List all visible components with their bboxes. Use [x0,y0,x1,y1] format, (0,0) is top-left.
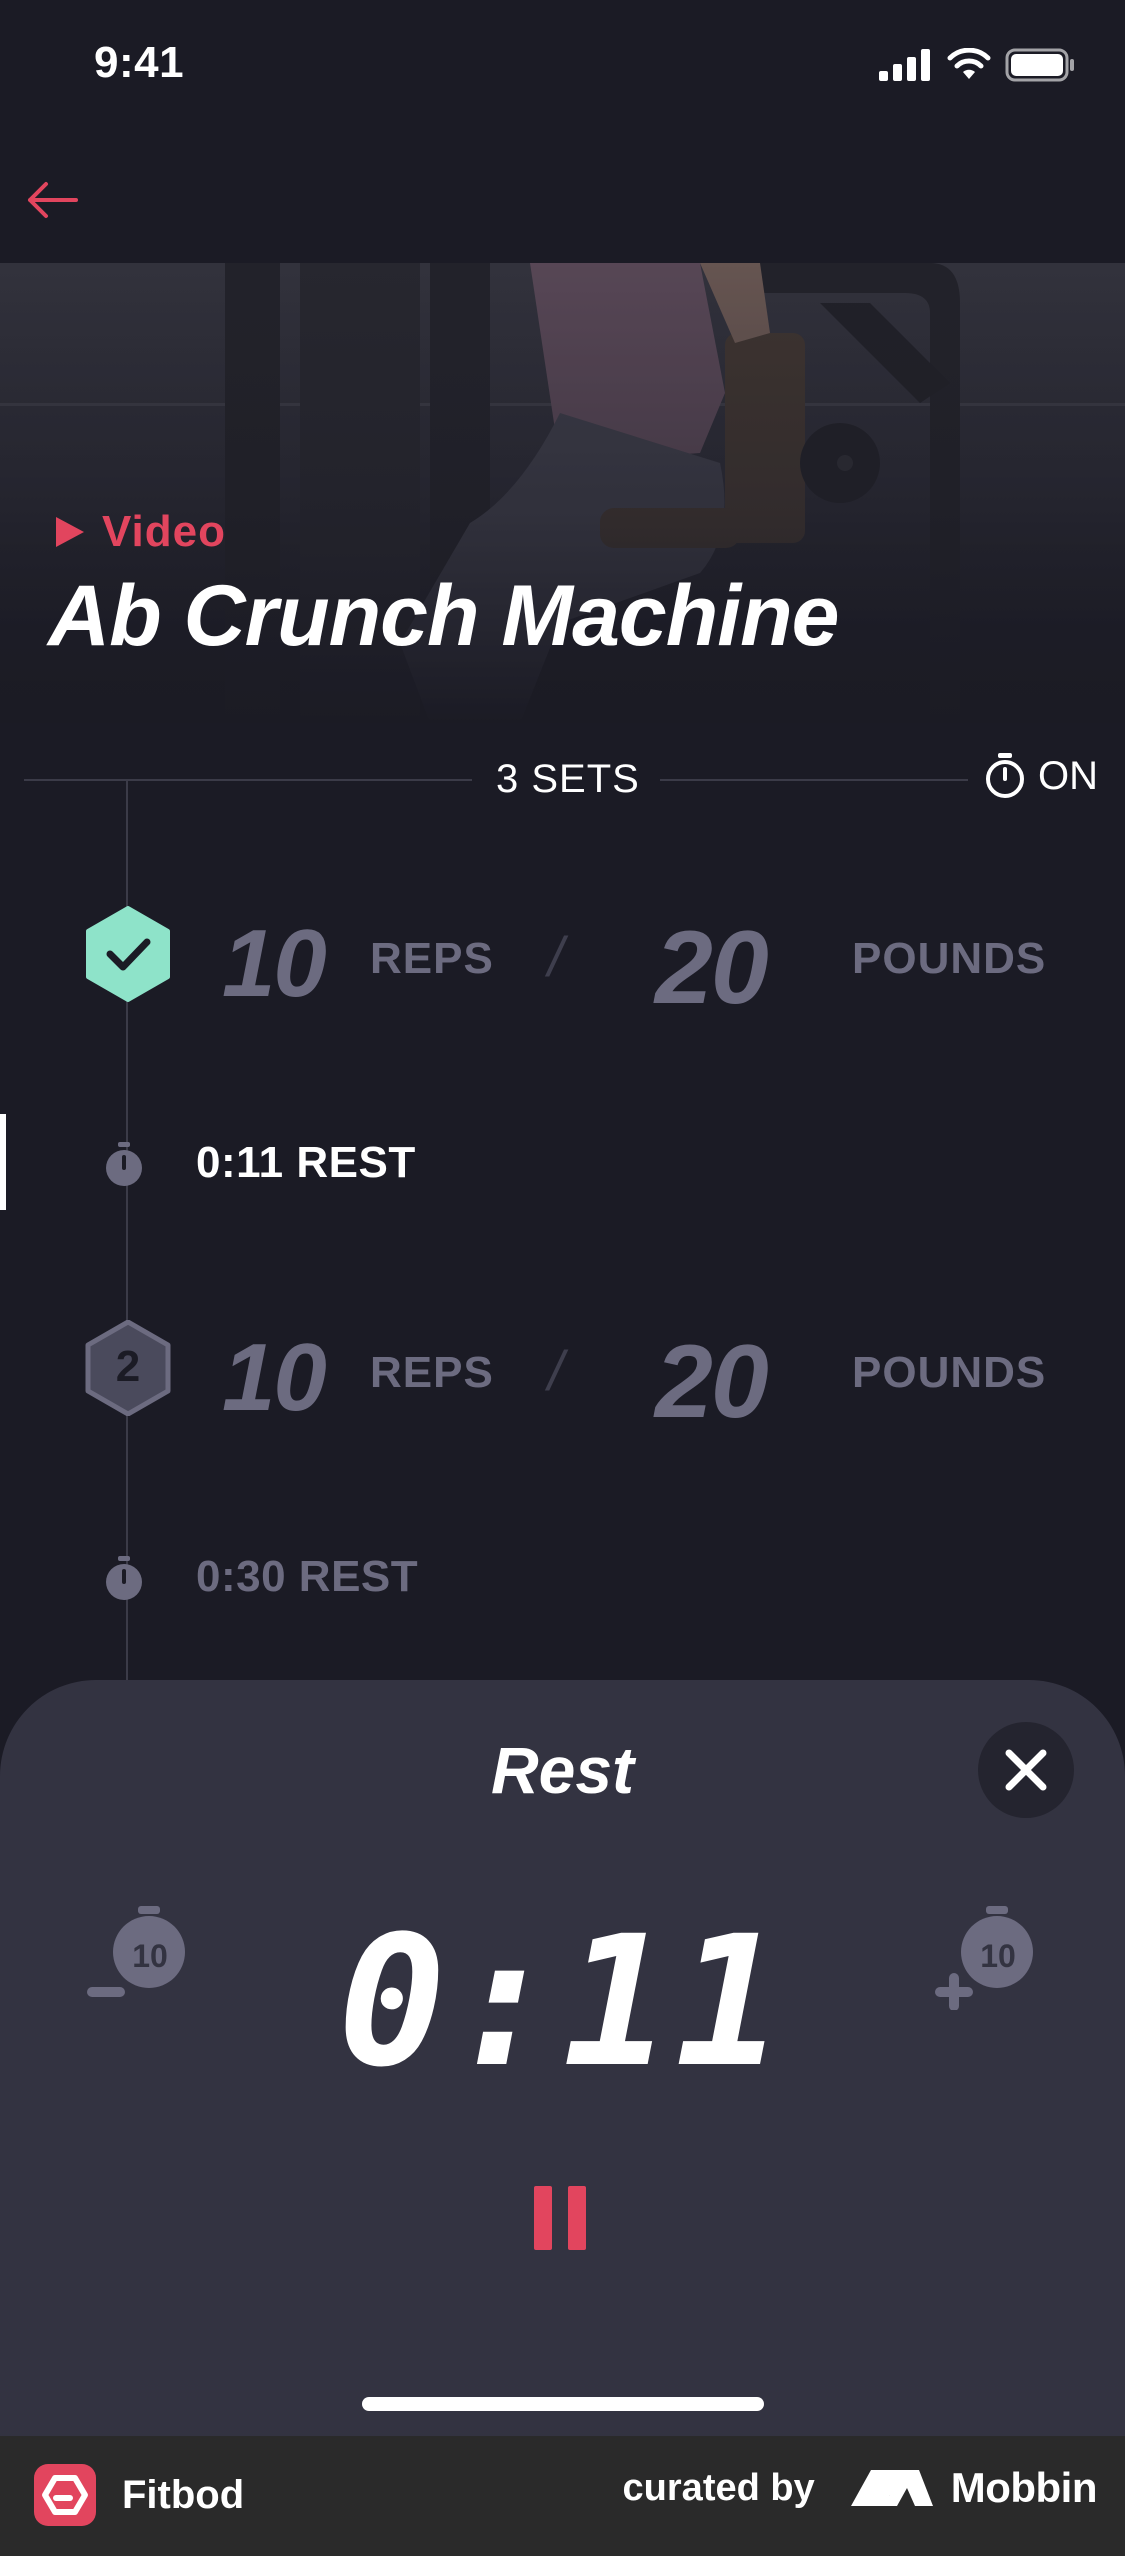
pause-button[interactable] [534,2186,592,2250]
footer-curated: curated by Mobbin [622,2464,1098,2512]
play-icon [56,517,84,547]
footer-bar: Fitbod curated by Mobbin [0,2436,1125,2556]
rest-label: 0:11 REST [196,1138,416,1187]
set-separator: / [548,925,564,988]
set-reps-value[interactable]: 10 [222,1323,327,1433]
set-row[interactable]: 2 10 REPS / 20 POUNDS [0,1298,1125,1440]
home-indicator [362,2397,764,2411]
app-screen: 9:41 Video Ab Crunch Machine 3 SETS ON 1… [0,0,1125,2556]
mobbin-brand-name: Mobbin [950,2464,1098,2511]
checkmark-hexagon-icon [86,906,170,1002]
footer-app-name: Fitbod [122,2472,245,2517]
status-time: 9:41 [94,38,185,87]
signal-icon [879,49,930,81]
back-arrow-icon [28,182,78,218]
set-complete-badge[interactable] [84,906,172,1002]
exercise-title: Ab Crunch Machine [48,568,840,664]
increase-seconds: 10 [980,1938,1016,1974]
battery-icon [1005,48,1074,82]
curated-by-text: curated by [622,2466,815,2509]
mobbin-brand: Mobbin [849,2464,1098,2512]
fitbod-logo-icon [34,2464,96,2526]
divider-line [24,779,472,781]
close-icon [1005,1749,1047,1791]
active-rest-indicator [0,1114,6,1210]
timer-toggle-label: ON [1038,753,1098,798]
play-video-link[interactable]: Video [52,507,226,557]
sets-header: 3 SETS ON [24,745,1104,813]
sets-count: 3 SETS [496,757,640,801]
set-reps-value[interactable]: 10 [222,909,327,1019]
set-weight-unit: POUNDS [852,1348,1047,1397]
status-icons [879,48,1075,82]
rest-timer-sheet: Rest 10 0:11 10 [0,1680,1125,2436]
pause-icon-bar [568,2186,586,2250]
set-reps-unit: REPS [370,934,494,983]
stopwatch-icon [986,753,1024,798]
set-number: 2 [115,1342,141,1391]
set-row[interactable]: 10 REPS / 20 POUNDS [0,884,1125,1026]
set-reps-unit: REPS [370,1348,494,1397]
rest-timer-toggle[interactable]: ON [984,753,1098,799]
rest-label: 0:30 REST [196,1552,419,1601]
stopwatch-icon [106,1142,142,1186]
close-button[interactable] [978,1722,1074,1818]
stopwatch-icon [106,1556,142,1600]
mobbin-logo-icon [850,2470,933,2506]
increase-time-button[interactable]: 10 [934,1900,1044,2011]
back-button[interactable] [20,168,84,232]
set-weight-value[interactable]: 20 [655,1323,769,1442]
set-weight-unit: POUNDS [852,934,1047,983]
divider-line [660,779,968,781]
set-weight-value[interactable]: 20 [655,909,769,1028]
rest-row[interactable]: 0:30 REST [0,1528,1125,1624]
wifi-icon [947,48,991,79]
rest-title: Rest [490,1733,635,1807]
rest-row-active[interactable]: 0:11 REST [0,1114,1125,1210]
set-separator: / [548,1339,564,1402]
pause-icon-bar [534,2186,552,2250]
status-bar: 9:41 [0,0,1125,140]
footer-app: Fitbod [34,2464,244,2526]
set-number-badge[interactable]: 2 [84,1320,172,1416]
video-label: Video [102,507,227,556]
